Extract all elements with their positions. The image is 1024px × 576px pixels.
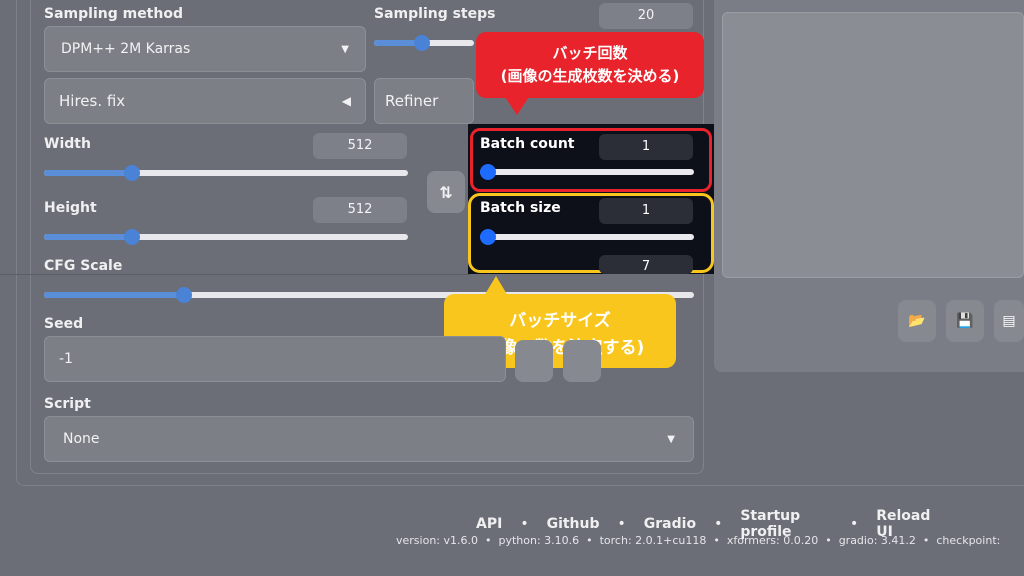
folder-icon: 📂 — [908, 313, 926, 329]
batch-size-callout-pointer — [484, 276, 508, 296]
width-slider-thumb[interactable] — [124, 165, 140, 181]
sampling-steps-input[interactable]: 20 — [599, 3, 693, 29]
sampling-method-value: DPM++ 2M Karras — [61, 41, 191, 57]
sampling-method-label: Sampling method — [44, 6, 183, 22]
width-slider[interactable] — [44, 165, 408, 181]
cfg-scale-thumb[interactable] — [176, 287, 192, 303]
triangle-left-icon: ◀ — [341, 94, 351, 108]
batch-count-callout-title: バッチ回数 — [552, 44, 628, 62]
footer-link-gradio[interactable]: Gradio — [644, 516, 696, 532]
height-slider-thumb[interactable] — [124, 229, 140, 245]
open-folder-button[interactable]: 📂 — [898, 300, 936, 342]
footer-separator: • — [617, 516, 626, 532]
cfg-scale-input[interactable]: 7 — [599, 255, 693, 274]
swap-arrows-icon: ⇅ — [439, 182, 453, 202]
batch-size-label: Batch size — [480, 200, 561, 216]
hires-fix-label: Hires. fix — [59, 92, 126, 110]
sampling-steps-label: Sampling steps — [374, 6, 496, 22]
height-label: Height — [44, 200, 97, 216]
footer-separator: • — [849, 516, 859, 532]
footer-link-github[interactable]: Github — [547, 516, 600, 532]
batch-count-slider[interactable] — [480, 164, 694, 180]
output-gallery — [722, 12, 1024, 278]
footer-separator: • — [714, 516, 723, 532]
chevron-down-icon: ▼ — [667, 433, 675, 445]
width-label: Width — [44, 136, 91, 152]
sampling-steps-slider[interactable] — [374, 35, 474, 51]
seed-input[interactable]: -1 — [44, 336, 506, 382]
batch-count-callout: バッチ回数 (画像の生成枚数を決める) — [476, 32, 704, 98]
zip-button[interactable]: ▤ — [994, 300, 1024, 342]
batch-size-slider[interactable] — [480, 229, 694, 245]
batch-size-input[interactable]: 1 — [599, 198, 693, 224]
seed-value: -1 — [59, 351, 73, 367]
zip-icon: ▤ — [1002, 313, 1016, 329]
batch-count-callout-desc: (画像の生成枚数を決める) — [500, 67, 680, 85]
height-slider[interactable] — [44, 229, 408, 245]
batch-size-callout-title: バッチサイズ — [509, 311, 611, 331]
script-label: Script — [44, 396, 91, 412]
reuse-seed-button[interactable] — [563, 340, 601, 382]
footer-separator: • — [520, 516, 529, 532]
batch-size-thumb[interactable] — [480, 229, 496, 245]
version-info: version: v1.6.0 • python: 3.10.6 • torch… — [396, 534, 1001, 547]
refiner-accordion[interactable]: Refiner — [374, 78, 474, 124]
seed-label: Seed — [44, 316, 84, 332]
batch-count-input[interactable]: 1 — [599, 134, 693, 160]
save-icon: 💾 — [956, 313, 974, 329]
batch-count-label: Batch count — [480, 136, 575, 152]
width-input[interactable]: 512 — [313, 133, 407, 159]
random-seed-button[interactable] — [515, 340, 553, 382]
batch-settings-highlight: Batch count 1 Batch size 1 7 — [468, 124, 714, 274]
batch-count-callout-pointer — [505, 97, 529, 115]
swap-dimensions-button[interactable]: ⇅ — [427, 171, 465, 213]
script-dropdown[interactable]: None ▼ — [44, 416, 694, 462]
cfg-scale-label: CFG Scale — [44, 258, 123, 274]
save-button[interactable]: 💾 — [946, 300, 984, 342]
script-value: None — [63, 431, 100, 447]
height-input[interactable]: 512 — [313, 197, 407, 223]
batch-count-thumb[interactable] — [480, 164, 496, 180]
refiner-label: Refiner — [385, 92, 439, 110]
chevron-down-icon: ▼ — [341, 43, 349, 55]
sampling-steps-thumb[interactable] — [414, 35, 430, 51]
hires-fix-accordion[interactable]: Hires. fix ◀ — [44, 78, 366, 124]
sampling-method-dropdown[interactable]: DPM++ 2M Karras ▼ — [44, 26, 366, 72]
divider — [0, 274, 470, 275]
footer-link-api[interactable]: API — [476, 516, 502, 532]
